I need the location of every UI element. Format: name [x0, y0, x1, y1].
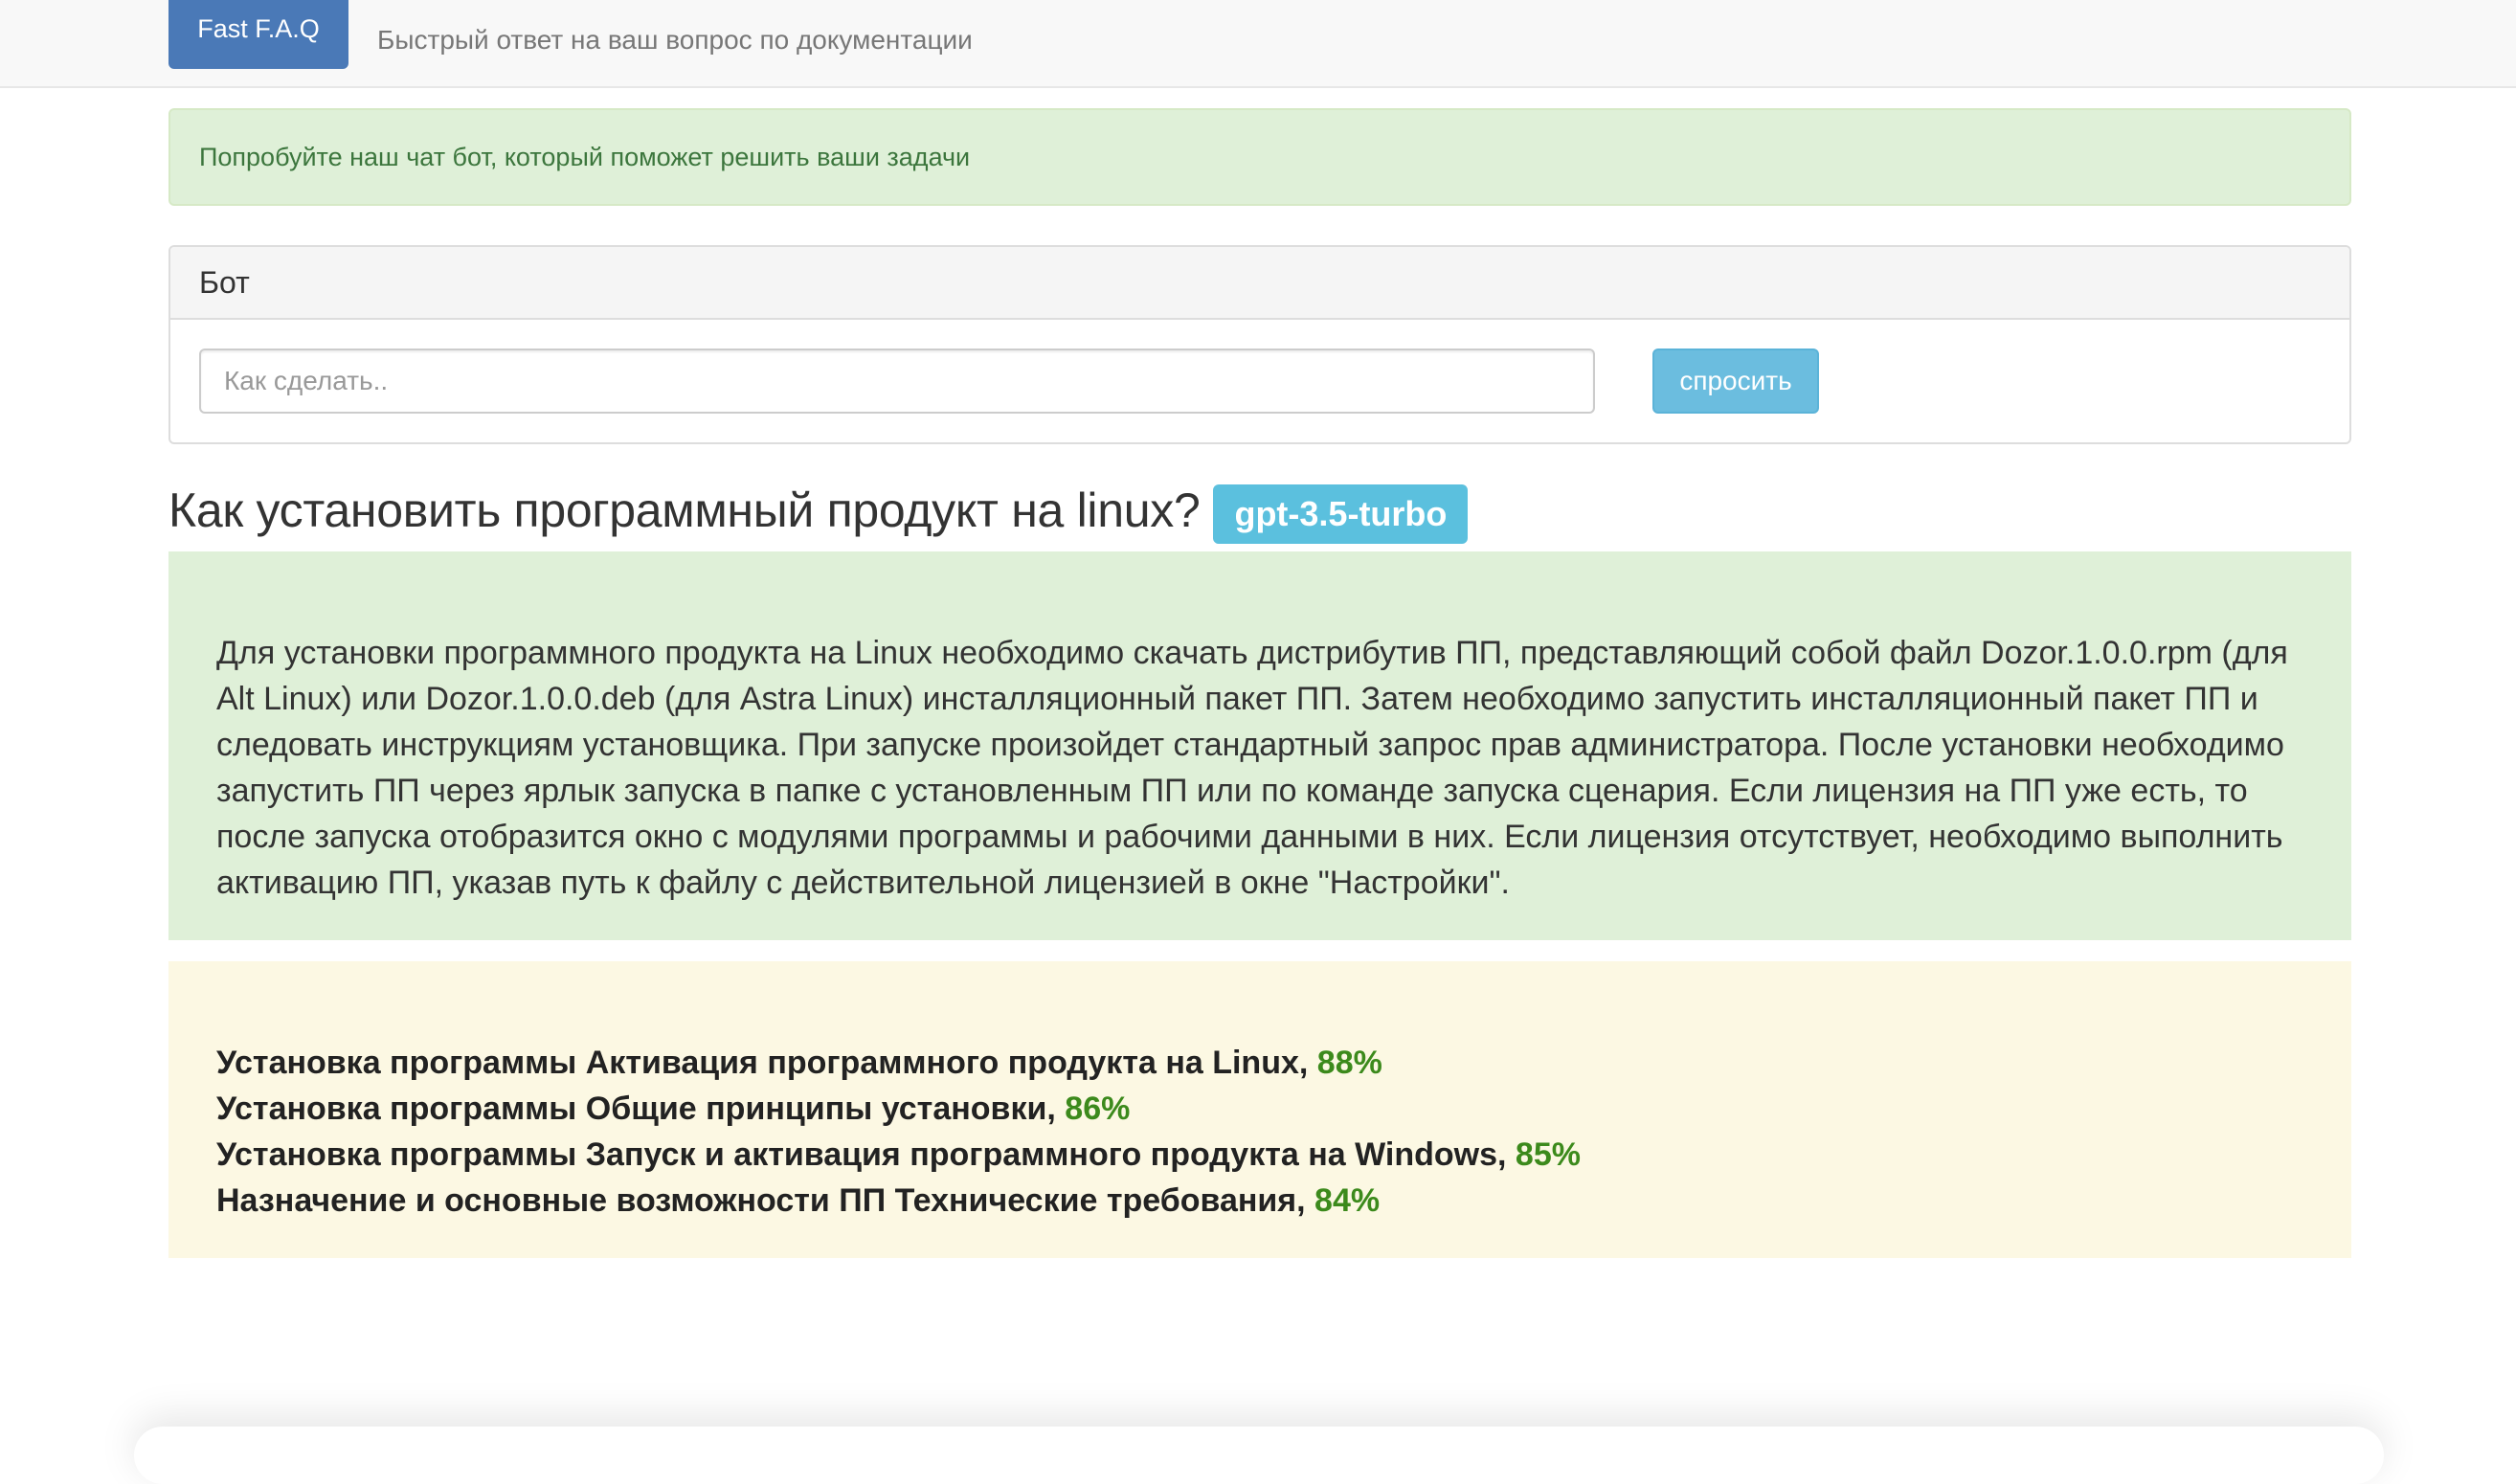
source-separator: , — [1497, 1136, 1516, 1173]
nav-tagline: Быстрый ответ на ваш вопрос по документа… — [377, 25, 973, 55]
source-title: Установка программы Запуск и активация п… — [216, 1136, 1498, 1173]
source-item: Установка программы Активация программно… — [216, 1040, 2303, 1086]
ask-button[interactable]: спросить — [1652, 349, 1819, 414]
model-badge: gpt-3.5-turbo — [1213, 484, 1469, 544]
source-separator: , — [1046, 1091, 1066, 1127]
top-navbar: Fast F.A.Q Быстрый ответ на ваш вопрос п… — [0, 0, 2516, 88]
brand-button[interactable]: Fast F.A.Q — [168, 0, 348, 69]
source-title: Установка программы Активация программно… — [216, 1045, 1299, 1081]
source-title: Назначение и основные возможности ПП Тех… — [216, 1182, 1297, 1219]
source-score: 84% — [1314, 1182, 1381, 1219]
chatbot-promo-alert: Попробуйте наш чат бот, который поможет … — [168, 108, 2351, 206]
bot-panel: Бот спросить — [168, 245, 2351, 444]
question-heading-row: Как установить программный продукт на li… — [168, 479, 1469, 544]
sources-block: Установка программы Активация программно… — [168, 961, 2351, 1258]
source-item: Установка программы Общие принципы устан… — [216, 1086, 2303, 1132]
question-input[interactable] — [199, 349, 1595, 414]
source-item: Назначение и основные возможности ПП Тех… — [216, 1178, 2303, 1224]
source-separator: , — [1298, 1045, 1317, 1081]
source-title: Установка программы Общие принципы устан… — [216, 1091, 1047, 1127]
answer-text: Для установки программного продукта на L… — [216, 635, 2288, 901]
bot-panel-heading: Бот — [170, 247, 2349, 320]
source-score: 88% — [1316, 1045, 1382, 1081]
source-separator: , — [1296, 1182, 1315, 1219]
source-item: Установка программы Запуск и активация п… — [216, 1132, 2303, 1178]
question-title: Как установить программный продукт на li… — [168, 483, 1201, 537]
bot-panel-title: Бот — [199, 264, 250, 300]
source-score: 86% — [1065, 1091, 1131, 1127]
alert-text: Попробуйте наш чат бот, который поможет … — [199, 142, 971, 171]
answer-block: Для установки программного продукта на L… — [168, 551, 2351, 940]
footer-shadow — [134, 1427, 2384, 1484]
source-score: 85% — [1515, 1136, 1581, 1173]
